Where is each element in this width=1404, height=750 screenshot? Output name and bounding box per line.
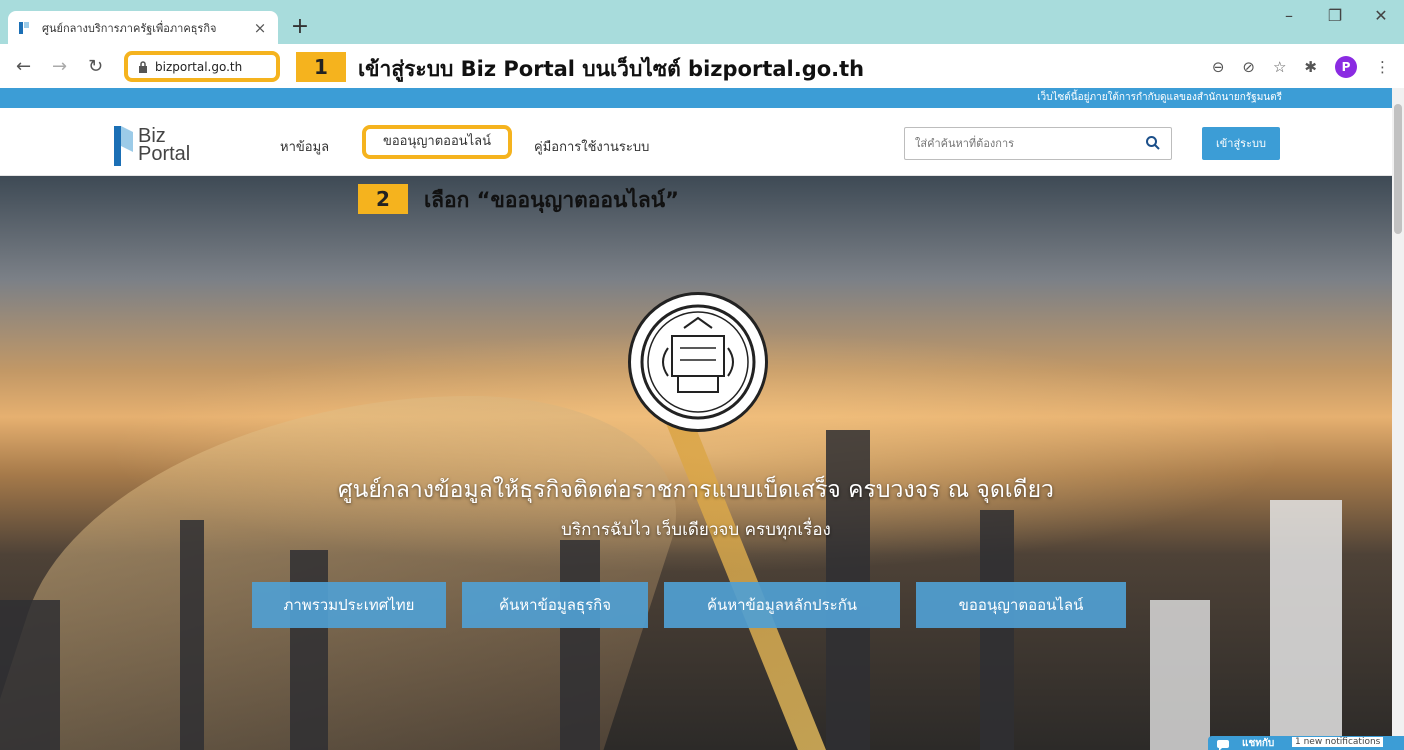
notification-count: 1 new notifications [1292, 737, 1384, 747]
skyline-building [290, 550, 328, 750]
menu-online-permit[interactable]: ขออนุญาตออนไลน์ [362, 125, 512, 159]
new-tab-button[interactable]: + [288, 14, 312, 39]
hero-river-graphic [0, 396, 719, 750]
site-search [904, 127, 1172, 160]
skyline-building [560, 540, 600, 750]
browser-tab[interactable]: ศูนย์กลางบริการภาครัฐเพื่อภาคธุรกิจ × [8, 11, 278, 44]
chat-bubble-icon [1216, 736, 1230, 750]
address-bar: ← → ↻ bizportal.go.th 1 เข้าสู่ระบบ Biz … [0, 44, 1404, 88]
search-collateral-button[interactable]: ค้นหาข้อมูลหลักประกัน [664, 582, 900, 628]
site-header: Biz Portal หาข้อมูล ขออนุญาตออนไลน์ คู่ม… [0, 108, 1392, 176]
close-tab-icon[interactable]: × [252, 19, 268, 37]
search-input[interactable] [905, 128, 1115, 159]
step-2-instruction: เลือก “ขออนุญาตออนไลน์” [424, 188, 679, 212]
step-1-instruction: เข้าสู่ระบบ Biz Portal บนเว็บไซต์ bizpor… [358, 57, 865, 81]
search-business-button[interactable]: ค้นหาข้อมูลธุรกิจ [462, 582, 648, 628]
zoom-icon[interactable]: ⊖ [1212, 58, 1225, 76]
window-close-icon[interactable]: ✕ [1358, 6, 1404, 25]
bizportal-logo[interactable]: Biz Portal [112, 122, 190, 168]
hero-banner: 2 เลือก “ขออนุญาตออนไลน์” ศูนย์กลางข้อมู… [0, 176, 1392, 750]
step-2-badge: 2 [358, 184, 408, 214]
hero-subtitle: บริการฉับไว เว็บเดียวจบ ครบทุกเรื่อง [561, 520, 831, 540]
scrollbar-thumb[interactable] [1394, 104, 1402, 234]
skyline-building [1150, 600, 1210, 750]
hero-button-group: ภาพรวมประเทศไทย ค้นหาข้อมูลธุรกิจ ค้นหาข… [252, 582, 1126, 628]
hero-bridge-graphic [660, 401, 835, 750]
step-1-badge: 1 [296, 52, 346, 82]
hero-title: ศูนย์กลางข้อมูลให้ธุรกิจติดต่อราชการแบบเ… [338, 477, 1054, 503]
bookmark-star-icon[interactable]: ☆ [1273, 58, 1286, 76]
web-page: เว็บไซต์นี้อยู่ภายใต้การกำกับดูแลของสำนั… [0, 88, 1392, 750]
bizportal-logo-icon [114, 126, 133, 166]
extensions-icon[interactable]: ✱ [1304, 58, 1317, 76]
thailand-overview-button[interactable]: ภาพรวมประเทศไทย [252, 582, 446, 628]
logo-text: Biz Portal [138, 126, 191, 165]
url-field[interactable]: bizportal.go.th [124, 51, 280, 82]
back-arrow-icon[interactable]: ← [16, 56, 31, 77]
menu-user-manual[interactable]: คู่มือการใช้งานระบบ [534, 136, 649, 157]
browser-tabstrip: ศูนย์กลางบริการภาครัฐเพื่อภาคธุรกิจ × + … [0, 0, 1404, 44]
forward-arrow-icon[interactable]: → [52, 56, 67, 77]
government-notice-bar: เว็บไซต์นี้อยู่ภายใต้การกำกับดูแลของสำนั… [0, 88, 1392, 108]
browser-toolbar-icons: ⊖ ⊘ ☆ ✱ P ⋮ [1212, 56, 1390, 78]
government-emblem-icon [628, 292, 768, 432]
url-text: bizportal.go.th [155, 59, 243, 74]
reload-icon[interactable]: ↻ [88, 56, 103, 77]
more-menu-icon[interactable]: ⋮ [1375, 58, 1390, 76]
tracking-icon[interactable]: ⊘ [1242, 58, 1255, 76]
online-permit-button[interactable]: ขออนุญาตออนไลน์ [916, 582, 1126, 628]
minimize-icon[interactable]: – [1266, 6, 1312, 25]
profile-avatar[interactable]: P [1335, 56, 1357, 78]
bizportal-favicon-icon [18, 20, 34, 36]
tab-title: ศูนย์กลางบริการภาครัฐเพื่อภาคธุรกิจ [42, 21, 217, 35]
lock-icon [138, 60, 148, 73]
chat-label: แชทกับ [1242, 738, 1275, 749]
page-scrollbar[interactable] [1392, 88, 1404, 750]
login-button[interactable]: เข้าสู่ระบบ [1202, 127, 1280, 160]
restore-icon[interactable]: ❐ [1312, 6, 1358, 25]
chat-widget[interactable]: แชทกับ 1 new notifications [1208, 736, 1404, 750]
menu-find-info[interactable]: หาข้อมูล [280, 136, 329, 157]
search-icon[interactable] [1145, 135, 1161, 155]
window-controls: – ❐ ✕ [1266, 6, 1404, 25]
skyline-building [0, 600, 60, 750]
skyline-building [980, 510, 1014, 750]
logo-text-line2: Portal [138, 143, 191, 165]
skyline-building [180, 520, 204, 750]
